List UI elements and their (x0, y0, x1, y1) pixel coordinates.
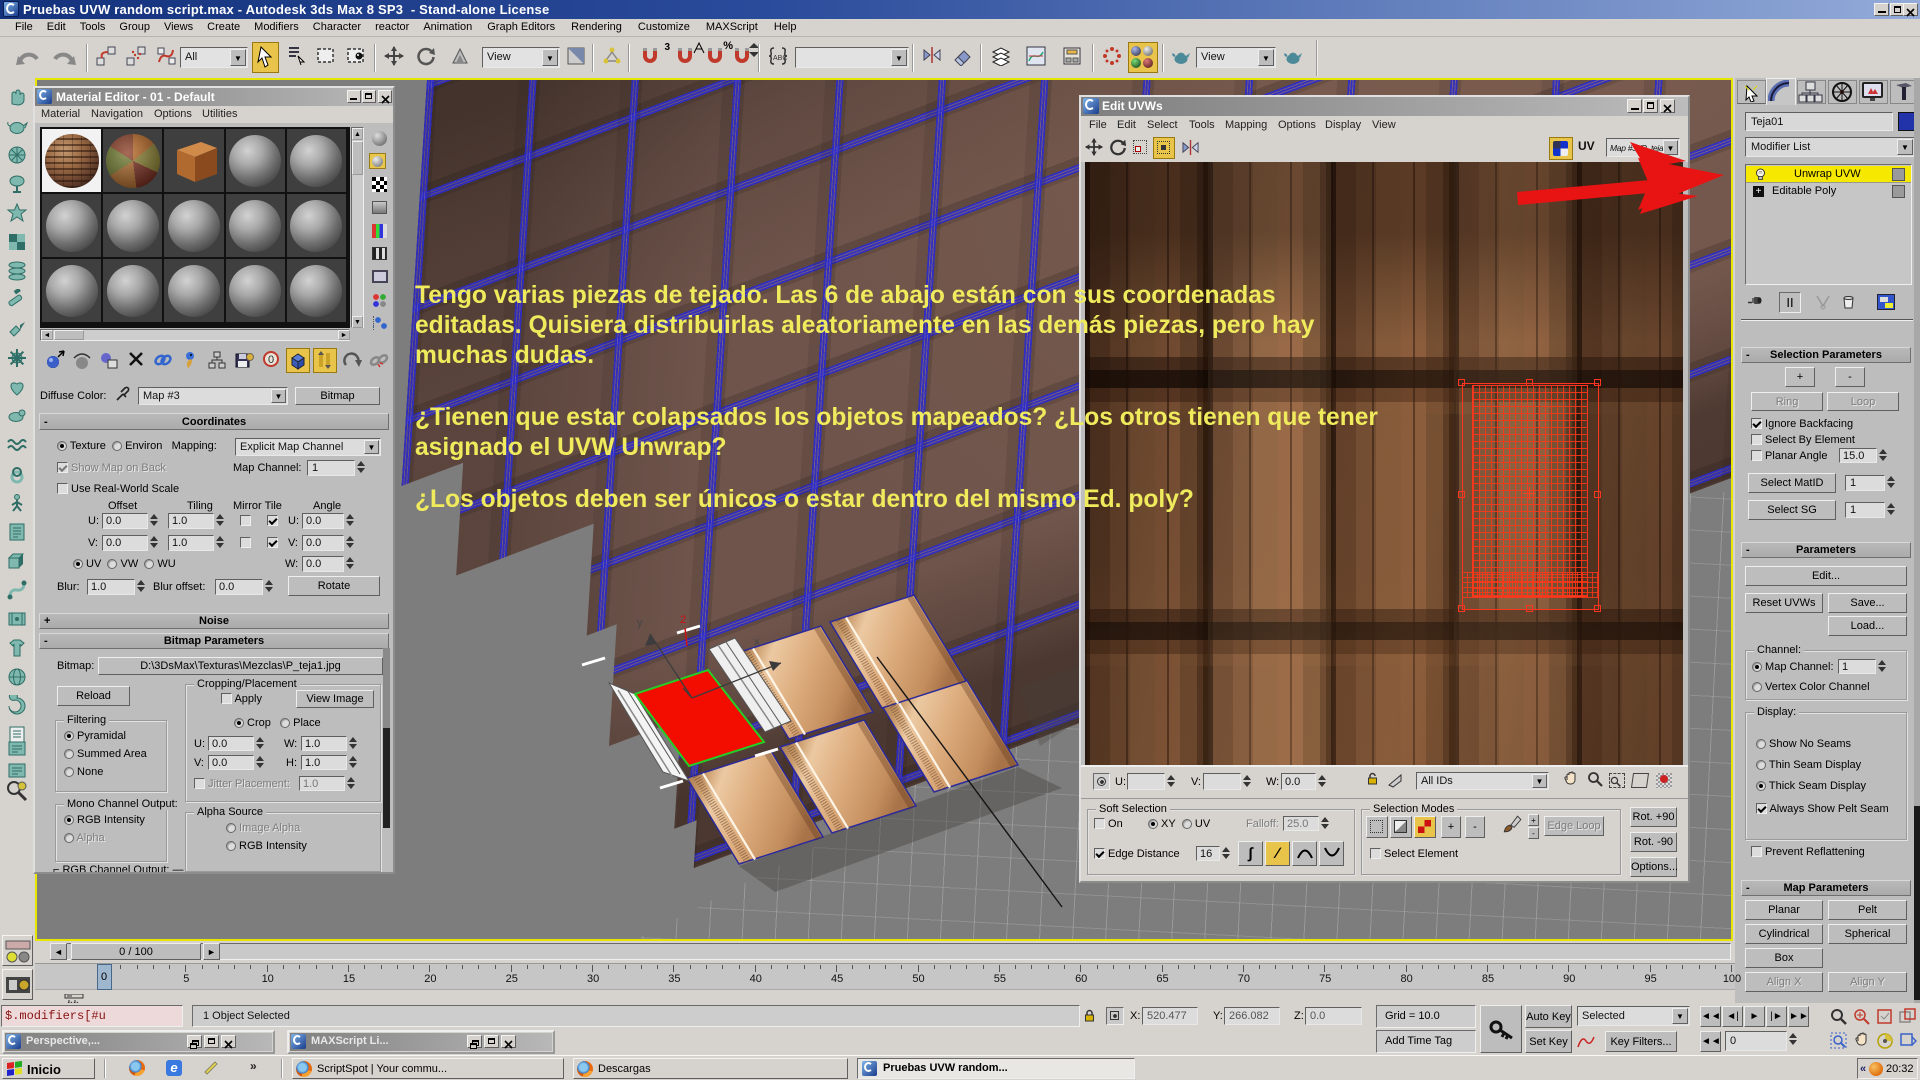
svg-text:y: y (637, 617, 643, 629)
svg-text:x: x (754, 636, 760, 648)
svg-text:2: 2 (680, 614, 686, 626)
svg-text:ABC: ABC (773, 55, 787, 62)
svg-text:0: 0 (268, 354, 274, 366)
